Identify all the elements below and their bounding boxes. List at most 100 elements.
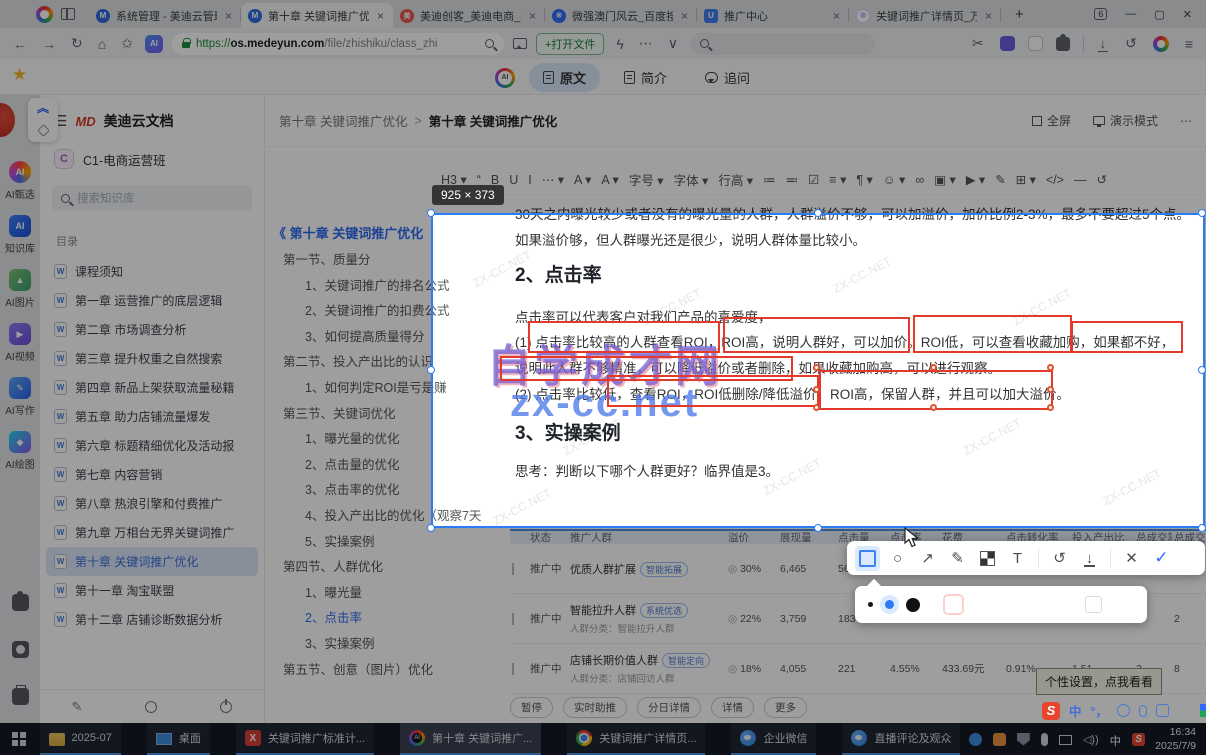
toolbox-icon[interactable]: [11, 685, 29, 705]
screenshot-tool[interactable]: ↓: [1077, 546, 1102, 571]
browser-tab[interactable]: 第十章 关键词推广优化 ×: [241, 3, 393, 28]
rail-item[interactable]: ◆ AI绘图: [0, 431, 40, 471]
chevron-down-icon[interactable]: ∨: [665, 35, 681, 52]
quick-search-box[interactable]: [690, 32, 876, 55]
row-checkbox[interactable]: [512, 612, 514, 625]
editor-tool[interactable]: ↺: [1096, 172, 1106, 187]
tab-search-badge[interactable]: 6: [1094, 8, 1108, 20]
resize-handle[interactable]: [930, 404, 937, 411]
tab-close-icon[interactable]: ×: [679, 9, 690, 23]
selection-handle[interactable]: [1198, 209, 1206, 217]
editor-tool[interactable]: ⊞ ▾: [1016, 172, 1036, 187]
editor-tool[interactable]: ▣ ▾: [934, 172, 956, 187]
screenshot-tool[interactable]: [1038, 549, 1039, 567]
selection-handle[interactable]: [814, 209, 822, 217]
outline-item[interactable]: 1、如何判定ROI是亏是赚: [269, 376, 481, 402]
double-chevron-up-icon[interactable]: ︽: [37, 102, 49, 114]
ai-assistant-icon[interactable]: [495, 67, 515, 88]
rail-item[interactable]: ▶ AI视频: [0, 323, 40, 363]
chapter-item[interactable]: W 第一章 运营推广的底层逻辑: [46, 286, 258, 315]
new-tab-button[interactable]: +: [1011, 6, 1028, 23]
chapter-item[interactable]: W 第四章 新品上架获取流量秘籍: [46, 373, 258, 402]
bookmark-icon[interactable]: ✩: [118, 35, 136, 52]
ai-mode-tab[interactable]: 简介: [610, 63, 681, 92]
table-action-button[interactable]: 详情: [711, 697, 754, 718]
reload-icon[interactable]: ↻: [68, 35, 86, 52]
taskbar-item[interactable]: 关键词推广详情页...: [567, 723, 706, 755]
outline-item[interactable]: 2、关键词推广的扣费公式: [269, 299, 481, 325]
tab-close-icon[interactable]: ×: [223, 9, 234, 23]
outline-item[interactable]: 2、点击量的优化: [269, 453, 481, 479]
pin-icon[interactable]: [36, 124, 50, 137]
lock-icon[interactable]: [181, 38, 191, 48]
compose-icon[interactable]: ✎: [72, 699, 83, 715]
outline-item[interactable]: 3、实操案例: [269, 632, 481, 658]
brush-size-dot[interactable]: [906, 597, 920, 612]
chapter-item[interactable]: W 第八章 热浪引擎和付费推广: [46, 489, 258, 518]
present-mode-button[interactable]: 演示模式: [1092, 112, 1158, 129]
maximize-button[interactable]: ▢: [1154, 8, 1164, 21]
white-extension-icon[interactable]: [1027, 36, 1043, 51]
fullscreen-button[interactable]: 全屏: [1031, 112, 1071, 129]
puzzle-icon[interactable]: [11, 591, 29, 611]
start-button[interactable]: [12, 732, 26, 746]
browser-tab[interactable]: 微强澳门风云_百度搜索 ×: [545, 3, 697, 28]
selection-handle[interactable]: [1198, 524, 1206, 532]
annotation-rectangle[interactable]: [819, 370, 1053, 410]
row-checkbox[interactable]: [512, 662, 514, 675]
chapter-item[interactable]: W 第十一章 淘宝联盟: [46, 576, 258, 605]
tab-close-icon[interactable]: ×: [375, 9, 386, 23]
more-options-icon[interactable]: ⋯: [1180, 114, 1192, 128]
menu-icon[interactable]: ≡: [1182, 36, 1196, 52]
tab-close-icon[interactable]: ×: [527, 9, 538, 23]
mic-tray-icon[interactable]: [1040, 732, 1048, 746]
minimize-button[interactable]: —: [1125, 8, 1136, 20]
orange-tray-icon[interactable]: [992, 732, 1006, 746]
taskbar-item[interactable]: 第十章 关键词推广...: [400, 723, 542, 755]
extensions-puzzle-icon[interactable]: [1055, 33, 1070, 51]
skin-icon[interactable]: [1178, 704, 1192, 717]
purple-extension-icon[interactable]: [999, 36, 1015, 51]
taskbar-item[interactable]: 2025-07: [39, 723, 121, 755]
display-tray-icon[interactable]: [1058, 734, 1072, 745]
color-swatch[interactable]: [945, 596, 962, 613]
browser-tab[interactable]: 关键词推广详情页_万相 ×: [849, 3, 1001, 28]
screenshot-tool[interactable]: T: [1005, 546, 1030, 571]
image-mode-icon[interactable]: [512, 38, 527, 49]
editor-tool[interactable]: ✎: [995, 172, 1005, 187]
annotation-rectangle[interactable]: [913, 315, 1072, 353]
more-actions-icon[interactable]: ⋯: [636, 35, 656, 52]
editor-tool[interactable]: ⋯ ▾: [542, 172, 564, 187]
table-action-button[interactable]: 暂停: [510, 697, 553, 718]
color-swatch[interactable]: [1085, 596, 1102, 613]
outline-item[interactable]: 3、如何提高质量得分: [269, 325, 481, 351]
brush-size-dot[interactable]: [885, 600, 894, 609]
history-icon[interactable]: ↺: [1122, 35, 1140, 52]
annotation-rectangle[interactable]: [1071, 321, 1183, 353]
tab-group-icon[interactable]: [61, 8, 75, 20]
home-icon[interactable]: ⌂: [95, 36, 109, 52]
editor-tool[interactable]: ≕: [786, 172, 799, 187]
editor-tool[interactable]: ☑: [808, 172, 819, 187]
close-window-button[interactable]: ✕: [1183, 8, 1192, 21]
resize-handle[interactable]: [1047, 404, 1054, 411]
ime-grid-icon[interactable]: [1200, 704, 1206, 717]
ai-mode-tab[interactable]: 原文: [529, 63, 601, 92]
ime-lang-toggle[interactable]: 中: [1069, 701, 1082, 720]
screenshot-tool[interactable]: ✎: [945, 546, 970, 571]
annotation-rectangle[interactable]: [723, 317, 910, 353]
taskbar-clock[interactable]: 16:34 2025/7/9: [1155, 725, 1206, 753]
table-action-button[interactable]: 分日详情: [637, 697, 701, 718]
chapter-item[interactable]: W 第五章 助力店铺流量爆发: [46, 402, 258, 431]
table-action-button[interactable]: 更多: [764, 697, 807, 718]
editor-tool[interactable]: A ▾: [574, 172, 591, 187]
scissors-icon[interactable]: ✂: [969, 35, 987, 52]
outline-item[interactable]: 第一节、质量分: [269, 248, 481, 274]
resize-handle[interactable]: [930, 364, 937, 371]
search-in-page-icon[interactable]: [484, 39, 494, 48]
annotation-rectangle[interactable]: [528, 321, 720, 353]
selection-handle[interactable]: [814, 524, 822, 532]
editor-tool[interactable]: 字号 ▾: [629, 170, 664, 189]
ai-extension-icon[interactable]: AI: [144, 34, 163, 53]
taskbar-item[interactable]: 直播评论及观众: [842, 723, 961, 755]
